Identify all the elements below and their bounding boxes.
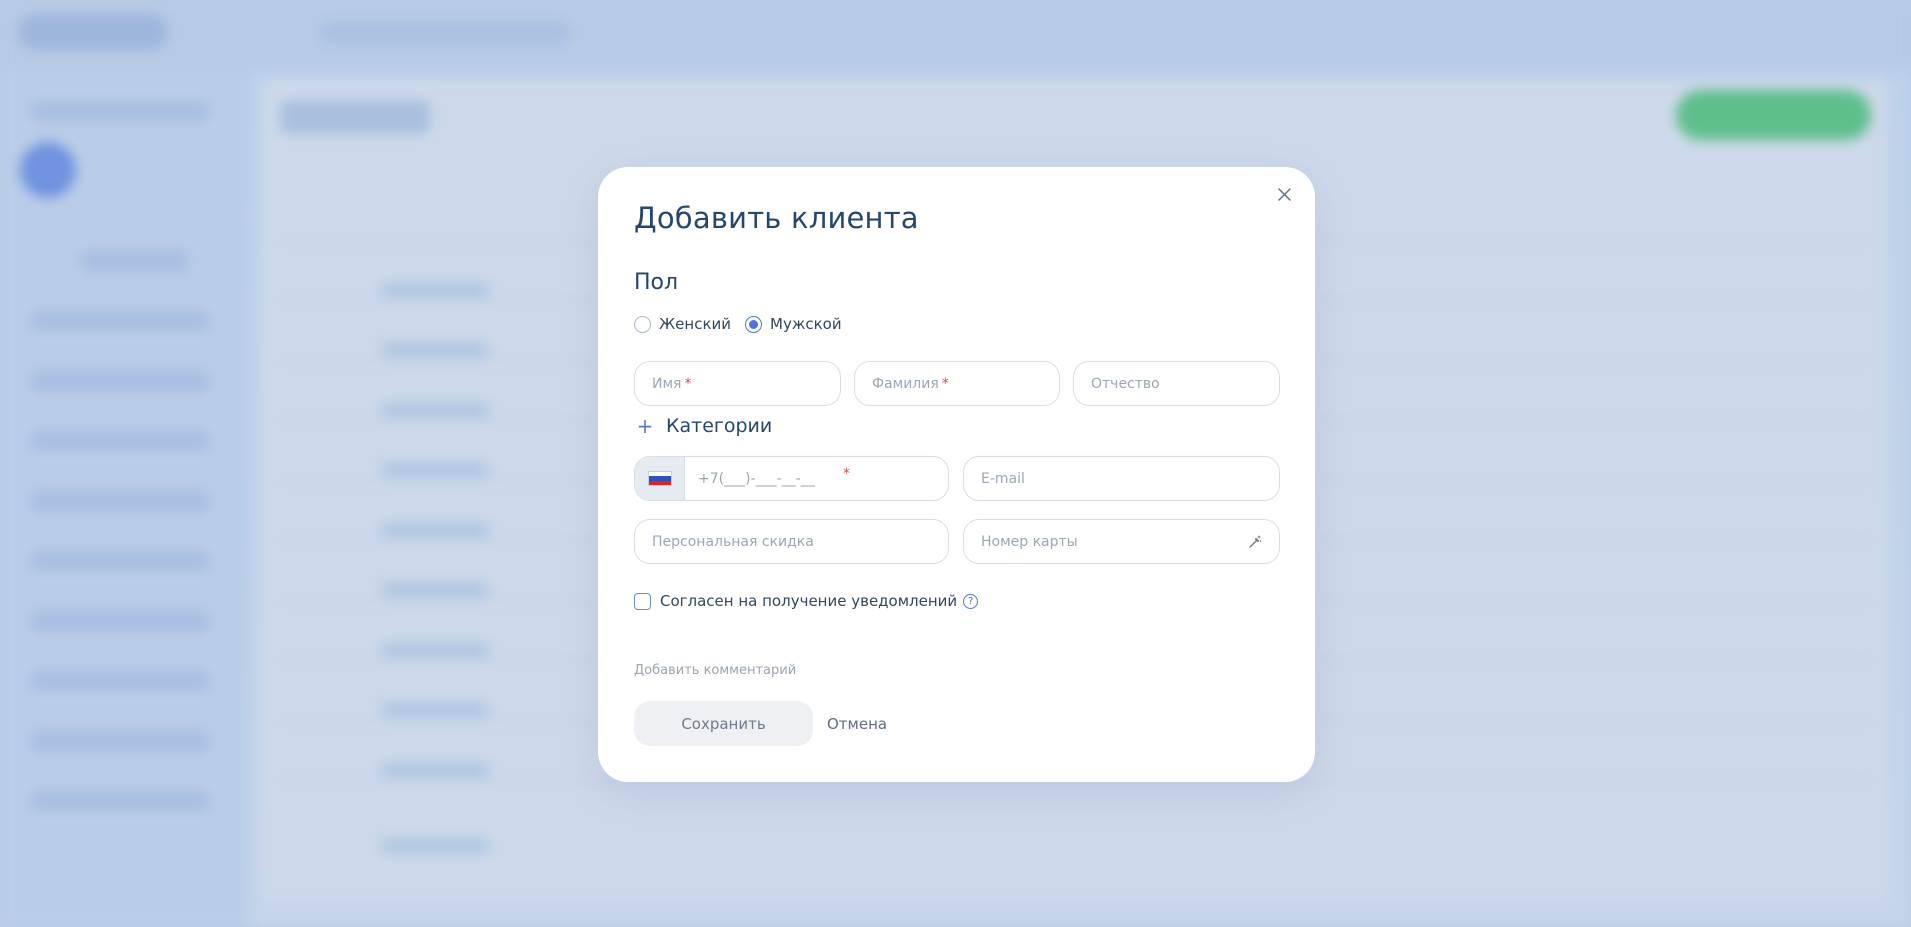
gender-radio-female[interactable]: Женский [634, 315, 731, 333]
save-button[interactable]: Сохранить [634, 701, 813, 746]
categories-label: Категории [666, 415, 773, 437]
close-button[interactable] [1273, 183, 1295, 205]
background-sidebar-item [30, 370, 210, 392]
radio-circle [634, 315, 651, 333]
cancel-button[interactable]: Отмена [827, 701, 887, 746]
background-sidebar-item [30, 550, 210, 572]
last-name-placeholder: Фамилия [872, 375, 939, 392]
consent-checkbox[interactable] [634, 592, 651, 610]
background-cell [380, 702, 490, 718]
country-selector[interactable] [635, 457, 685, 500]
consent-row: Согласен на получение уведомлений ? [634, 592, 979, 610]
background-add-button [1676, 90, 1871, 140]
add-category-button[interactable]: + Категории [634, 414, 773, 438]
background-sidebar-item [30, 310, 210, 332]
first-name-placeholder: Имя [652, 375, 682, 392]
phone-field[interactable]: +7(___)-___-__-__ * [634, 456, 949, 501]
background-sidebar-item [30, 730, 210, 752]
background-cell [380, 282, 490, 298]
add-client-modal: Добавить клиента Пол Женский Мужской Имя… [598, 167, 1315, 782]
background-sidebar-item [30, 670, 210, 692]
card-number-placeholder: Номер карты [981, 533, 1078, 550]
background-breadcrumb [320, 22, 570, 44]
add-comment-link[interactable]: Добавить комментарий [634, 663, 796, 678]
background-cell [380, 462, 490, 478]
background-sidebar-item [30, 490, 210, 512]
required-mark: * [941, 375, 949, 392]
background-cell [380, 342, 490, 358]
generate-card-icon[interactable] [1248, 535, 1262, 549]
radio-dot [749, 319, 758, 329]
consent-label: Согласен на получение уведомлений [660, 592, 958, 610]
background-sidebar-item [30, 790, 210, 812]
background-cell [380, 522, 490, 538]
middle-name-placeholder: Отчество [1091, 375, 1160, 392]
gender-label: Пол [634, 270, 679, 295]
background-cell [380, 402, 490, 418]
background-cell [380, 838, 490, 854]
help-icon[interactable]: ? [963, 593, 979, 609]
background-logo [18, 14, 168, 50]
last-name-field[interactable]: Фамилия * [854, 361, 1060, 406]
discount-field[interactable]: Персональная скидка [634, 519, 949, 564]
required-mark: * [843, 465, 850, 482]
background-sidebar-item [30, 100, 210, 122]
phone-placeholder: +7(___)-___-__-__ [698, 470, 815, 487]
close-icon [1277, 187, 1291, 201]
background-cell [380, 762, 490, 778]
email-field[interactable]: E-mail [963, 456, 1280, 501]
first-name-field[interactable]: Имя * [634, 361, 841, 406]
background-avatar [20, 142, 76, 198]
gender-option-label: Мужской [770, 315, 842, 333]
background-heading [280, 100, 430, 134]
radio-circle-checked [745, 315, 762, 333]
card-number-field[interactable]: Номер карты [963, 519, 1280, 564]
gender-radio-male[interactable]: Мужской [745, 315, 842, 333]
email-placeholder: E-mail [981, 470, 1025, 487]
background-sidebar-item [30, 430, 210, 452]
background-cell [380, 642, 490, 658]
required-mark: * [684, 375, 692, 392]
plus-icon: + [636, 414, 654, 438]
background-topbar [0, 0, 1911, 70]
background-sidebar-item [30, 610, 210, 632]
gender-radio-group: Женский Мужской [634, 315, 856, 333]
discount-placeholder: Персональная скидка [652, 533, 814, 550]
middle-name-field[interactable]: Отчество [1073, 361, 1280, 406]
background-sidebar-item [80, 250, 190, 272]
modal-title: Добавить клиента [634, 201, 919, 235]
background-cell [380, 582, 490, 598]
gender-option-label: Женский [659, 315, 731, 333]
russia-flag-icon [647, 471, 672, 486]
